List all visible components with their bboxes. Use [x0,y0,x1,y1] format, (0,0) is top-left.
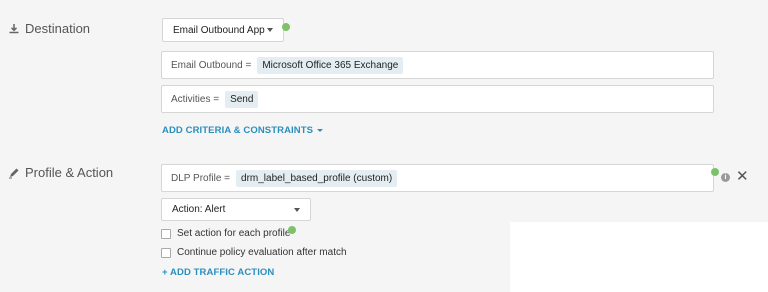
pen-icon [8,167,20,179]
app-select[interactable]: Email Outbound App [162,18,284,42]
status-dot [288,226,296,234]
destination-section-label: Destination [8,21,90,36]
set-action-each-profile-row[interactable]: Set action for each profile [161,228,290,239]
dlp-profile-chip[interactable]: drm_label_based_profile (custom) [236,169,398,187]
close-icon[interactable]: ✕ [736,169,749,185]
profile-section-label: Profile & Action [8,165,113,180]
dlp-profile-field[interactable]: DLP Profile = drm_label_based_profile (c… [161,164,714,192]
add-criteria-link[interactable]: ADD CRITERIA & CONSTRAINTS [162,125,324,136]
download-icon [8,23,20,35]
add-traffic-action-link[interactable]: + ADD TRAFFIC ACTION [162,267,274,278]
chevron-down-icon [317,129,324,132]
criteria-key: Activities = [171,93,220,105]
checkbox-label: Set action for each profile [177,228,291,239]
activities-criteria[interactable]: Activities = Send [161,85,714,113]
app-select-value: Email Outbound App [173,24,265,36]
info-icon[interactable]: i [721,173,730,182]
action-select[interactable]: Action: Alert [161,198,311,221]
status-dot [711,168,719,176]
criteria-value-chip[interactable]: Send [225,90,259,108]
criteria-key: Email Outbound = [171,59,252,71]
continue-evaluation-checkbox[interactable] [161,247,171,258]
action-select-value: Action: Alert [172,204,226,215]
add-traffic-label: + ADD TRAFFIC ACTION [162,267,275,278]
status-dot [282,23,290,31]
email-outbound-criteria[interactable]: Email Outbound = Microsoft Office 365 Ex… [161,51,714,79]
profile-action-label: Profile & Action [25,165,114,180]
chevron-down-icon [294,207,300,212]
background-panel [510,222,768,292]
dlp-profile-key: DLP Profile = [171,172,231,184]
destination-label: Destination [25,21,91,36]
add-criteria-label: ADD CRITERIA & CONSTRAINTS [162,125,314,136]
set-action-checkbox[interactable] [161,228,171,239]
chevron-down-icon [267,28,273,32]
criteria-value-chip[interactable]: Microsoft Office 365 Exchange [257,56,404,74]
checkbox-label: Continue policy evaluation after match [177,247,347,258]
continue-evaluation-row[interactable]: Continue policy evaluation after match [161,247,347,258]
